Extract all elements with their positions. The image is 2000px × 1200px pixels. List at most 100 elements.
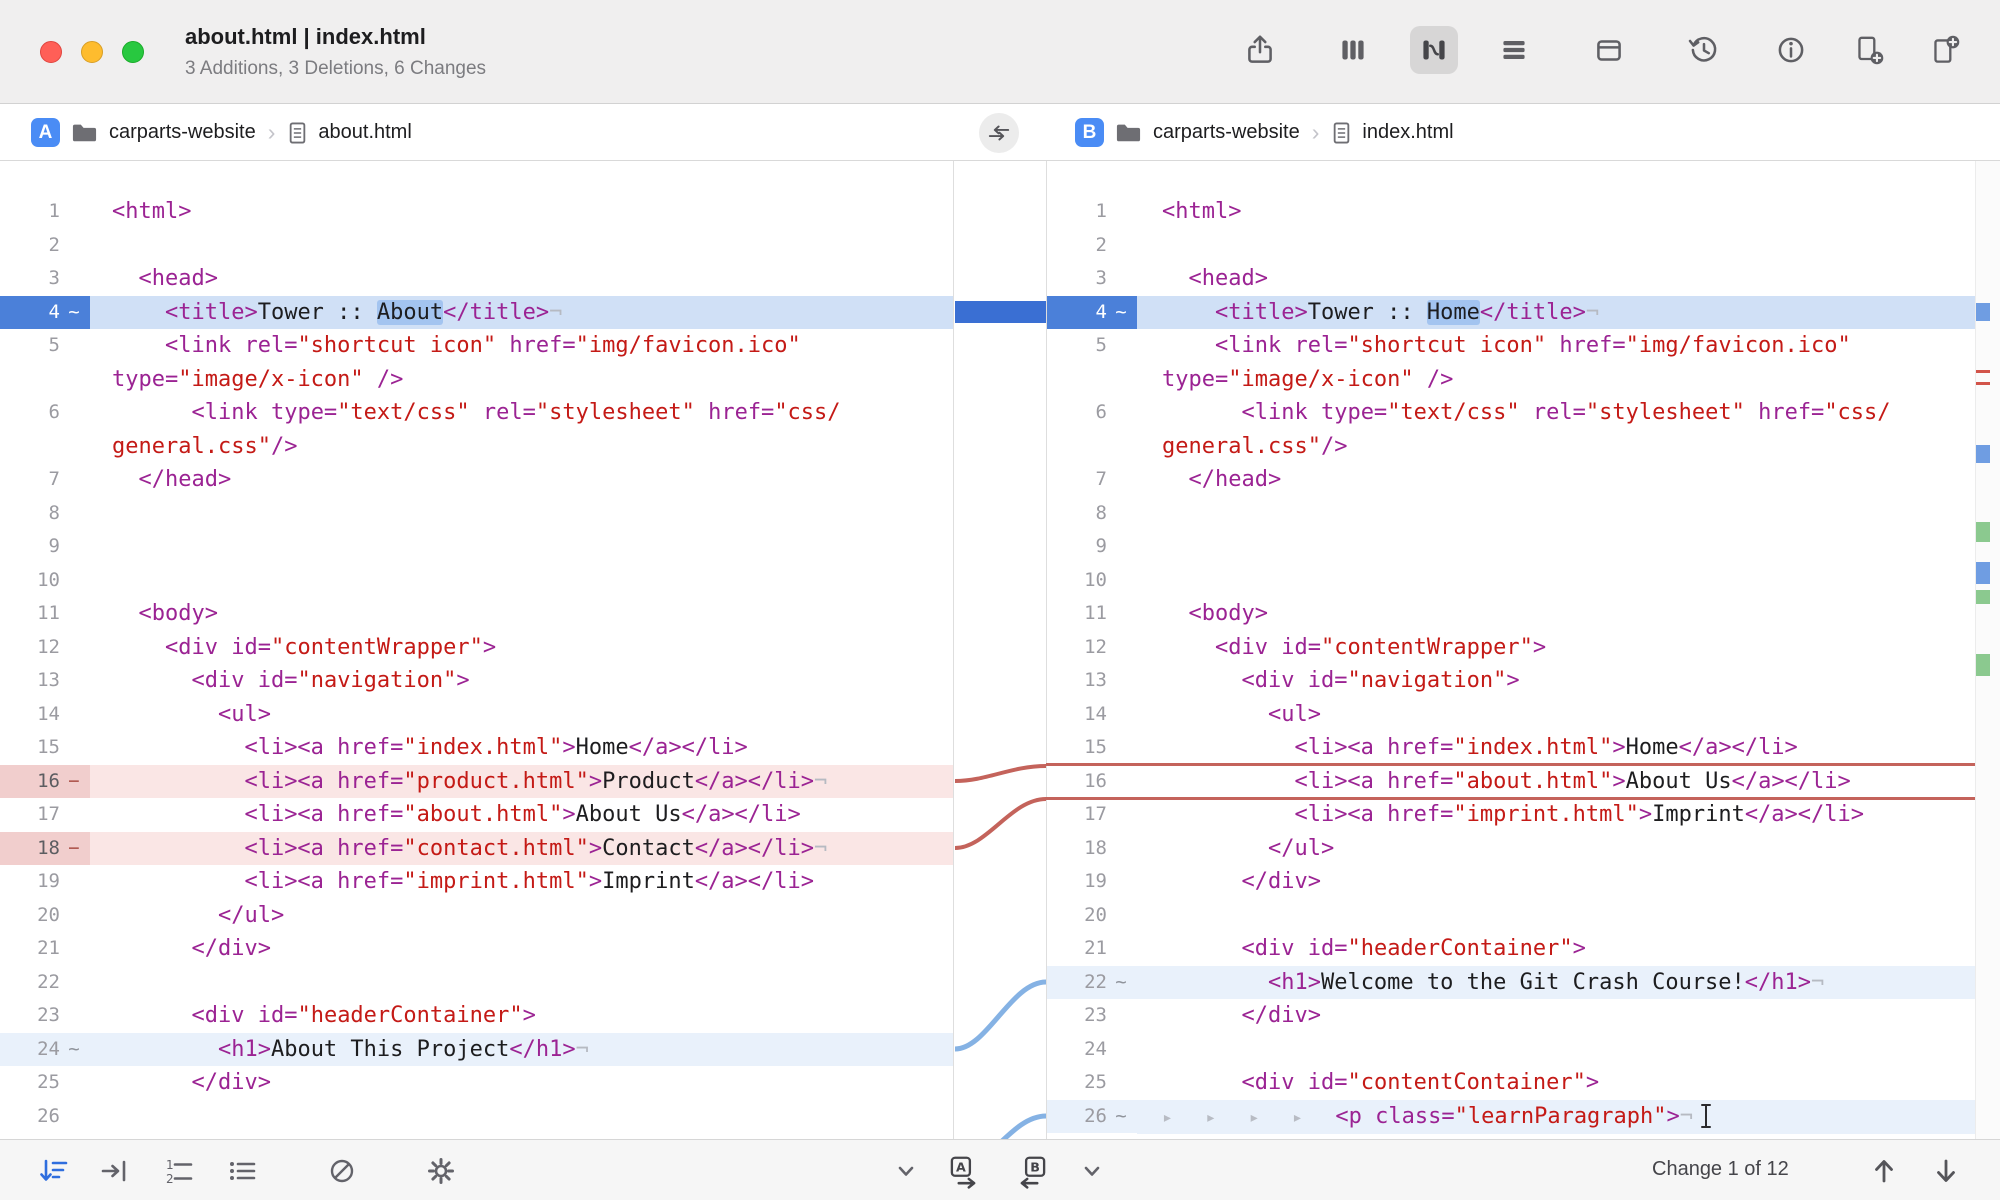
code-line-12[interactable]: 12 <div id="contentWrapper">	[0, 631, 953, 665]
ignore-changes-button[interactable]	[320, 1152, 364, 1190]
info-button[interactable]	[1767, 26, 1815, 74]
line-gutter: 16−	[0, 765, 90, 799]
code-line-20[interactable]: 20	[1047, 899, 1975, 933]
line-gutter: 24~	[0, 1033, 90, 1067]
code-line-25[interactable]: 25 <div id="contentContainer">	[1047, 1066, 1975, 1100]
code-line-2[interactable]: 2	[1047, 229, 1975, 263]
code-line-2[interactable]: 2	[0, 229, 953, 263]
code-line-24[interactable]: 24	[1047, 1033, 1975, 1067]
go-to-change-button[interactable]	[93, 1152, 137, 1190]
code-text: <ul>	[1137, 698, 1975, 732]
deletion-connector-2[interactable]	[955, 799, 1046, 848]
code-line-24[interactable]: 24~ <h1>About This Project</h1>¬	[0, 1033, 953, 1067]
code-line-26[interactable]: 26~▸ ▸ ▸ ▸ <p class="learnParagraph">¬	[1047, 1100, 1975, 1135]
code-line-26[interactable]: 26	[0, 1100, 953, 1134]
selected-change-band[interactable]	[955, 301, 1046, 323]
close-window-button[interactable]	[40, 41, 62, 63]
code-line-13[interactable]: 13 <div id="navigation">	[1047, 664, 1975, 698]
code-line-19[interactable]: 19 <li><a href="imprint.html">Imprint</a…	[0, 865, 953, 899]
line-number: 21	[1053, 932, 1107, 966]
code-line-12[interactable]: 12 <div id="contentWrapper">	[1047, 631, 1975, 665]
code-line-17[interactable]: 17 <li><a href="about.html">About Us</a>…	[0, 798, 953, 832]
code-line-21[interactable]: 21 <div id="headerContainer">	[1047, 932, 1975, 966]
code-line-6[interactable]: 6 <link type="text/css" rel="stylesheet"…	[1047, 396, 1975, 463]
code-line-15[interactable]: 15 <li><a href="index.html">Home</a></li…	[1047, 731, 1975, 765]
code-line-11[interactable]: 11 <body>	[0, 597, 953, 631]
code-line-7[interactable]: 7 </head>	[1047, 463, 1975, 497]
code-line-5[interactable]: 5 <link rel="shortcut icon" href="img/fa…	[1047, 329, 1975, 396]
zoom-window-button[interactable]	[122, 41, 144, 63]
add-file-b-button[interactable]	[1921, 26, 1969, 74]
code-line-11[interactable]: 11 <body>	[1047, 597, 1975, 631]
code-text: <link type="text/css" rel="stylesheet" h…	[1137, 396, 1975, 463]
pane-a-about-html[interactable]: 1<html>23 <head>4~ <title>Tower :: About…	[0, 161, 954, 1139]
change-connector-1[interactable]	[955, 982, 1046, 1049]
code-line-18[interactable]: 18− <li><a href="contact.html">Contact</…	[0, 832, 953, 866]
chevron-down-icon	[889, 1154, 923, 1188]
code-line-17[interactable]: 17 <li><a href="imprint.html">Imprint</a…	[1047, 798, 1975, 832]
pane-b-index-html[interactable]: 1<html>23 <head>4~ <title>Tower :: Home<…	[1046, 161, 1975, 1139]
file-b-name[interactable]: index.html	[1362, 121, 1453, 144]
code-line-7[interactable]: 7 </head>	[0, 463, 953, 497]
code-line-14[interactable]: 14 <ul>	[0, 698, 953, 732]
code-line-16[interactable]: 16 <li><a href="about.html">About Us</a>…	[1047, 765, 1975, 799]
code-line-3[interactable]: 3 <head>	[0, 262, 953, 296]
folder-b-name[interactable]: carparts-website	[1153, 121, 1300, 144]
settings-button[interactable]	[419, 1152, 463, 1190]
line-gutter: 2	[0, 229, 90, 263]
code-line-8[interactable]: 8	[0, 497, 953, 531]
fluid-layout-button[interactable]	[1410, 26, 1458, 74]
code-line-5[interactable]: 5 <link rel="shortcut icon" href="img/fa…	[0, 329, 953, 396]
file-a-name[interactable]: about.html	[318, 121, 411, 144]
line-gutter: 1	[1047, 195, 1137, 229]
compact-list-button[interactable]	[220, 1152, 264, 1190]
share-button[interactable]	[1236, 26, 1284, 74]
copy-to-b-button[interactable]: B	[1011, 1152, 1055, 1190]
code-line-6[interactable]: 6 <link type="text/css" rel="stylesheet"…	[0, 396, 953, 463]
changes-list-button[interactable]	[32, 1152, 76, 1190]
change-connector-2[interactable]	[955, 1116, 1046, 1139]
code-line-23[interactable]: 23 <div id="headerContainer">	[0, 999, 953, 1033]
code-line-23[interactable]: 23 </div>	[1047, 999, 1975, 1033]
minimize-window-button[interactable]	[81, 41, 103, 63]
deletion-connector-1[interactable]	[955, 766, 1046, 781]
code-line-13[interactable]: 13 <div id="navigation">	[0, 664, 953, 698]
unified-layout-button[interactable]	[1585, 26, 1633, 74]
code-line-18[interactable]: 18 </ul>	[1047, 832, 1975, 866]
code-line-9[interactable]: 9	[0, 530, 953, 564]
code-line-16[interactable]: 16− <li><a href="product.html">Product</…	[0, 765, 953, 799]
go-to-change-icon	[98, 1154, 132, 1188]
copy-to-a-button[interactable]: A	[941, 1152, 985, 1190]
code-line-14[interactable]: 14 <ul>	[1047, 698, 1975, 732]
previous-change-button[interactable]	[1862, 1152, 1906, 1190]
code-line-10[interactable]: 10	[0, 564, 953, 598]
code-line-3[interactable]: 3 <head>	[1047, 262, 1975, 296]
swap-icon	[986, 120, 1012, 146]
change-minimap-scrollbar[interactable]	[1975, 161, 2000, 1139]
history-button[interactable]	[1680, 26, 1728, 74]
code-line-1[interactable]: 1<html>	[0, 195, 953, 229]
swap-files-button[interactable]	[979, 113, 1019, 153]
code-line-4[interactable]: 4~ <title>Tower :: About</title>¬	[0, 296, 953, 330]
next-change-button[interactable]	[1924, 1152, 1968, 1190]
code-line-1[interactable]: 1<html>	[1047, 195, 1975, 229]
line-numbers-button[interactable]: 1 2	[157, 1152, 201, 1190]
code-line-20[interactable]: 20 </ul>	[0, 899, 953, 933]
code-line-15[interactable]: 15 <li><a href="index.html">Home</a></li…	[0, 731, 953, 765]
code-line-8[interactable]: 8	[1047, 497, 1975, 531]
code-line-9[interactable]: 9	[1047, 530, 1975, 564]
code-line-25[interactable]: 25 </div>	[0, 1066, 953, 1100]
code-line-10[interactable]: 10	[1047, 564, 1975, 598]
code-line-22[interactable]: 22~ <h1>Welcome to the Git Crash Course!…	[1047, 966, 1975, 1000]
folder-a-name[interactable]: carparts-website	[109, 121, 256, 144]
code-line-19[interactable]: 19 </div>	[1047, 865, 1975, 899]
collapse-right-button[interactable]	[1070, 1152, 1114, 1190]
collapse-left-button[interactable]	[884, 1152, 928, 1190]
line-gutter: 13	[0, 664, 90, 698]
code-line-22[interactable]: 22	[0, 966, 953, 1000]
columns-layout-button[interactable]	[1329, 26, 1377, 74]
add-file-a-button[interactable]	[1845, 26, 1893, 74]
code-line-4[interactable]: 4~ <title>Tower :: Home</title>¬	[1047, 296, 1975, 330]
code-line-21[interactable]: 21 </div>	[0, 932, 953, 966]
blocks-layout-button[interactable]	[1490, 26, 1538, 74]
